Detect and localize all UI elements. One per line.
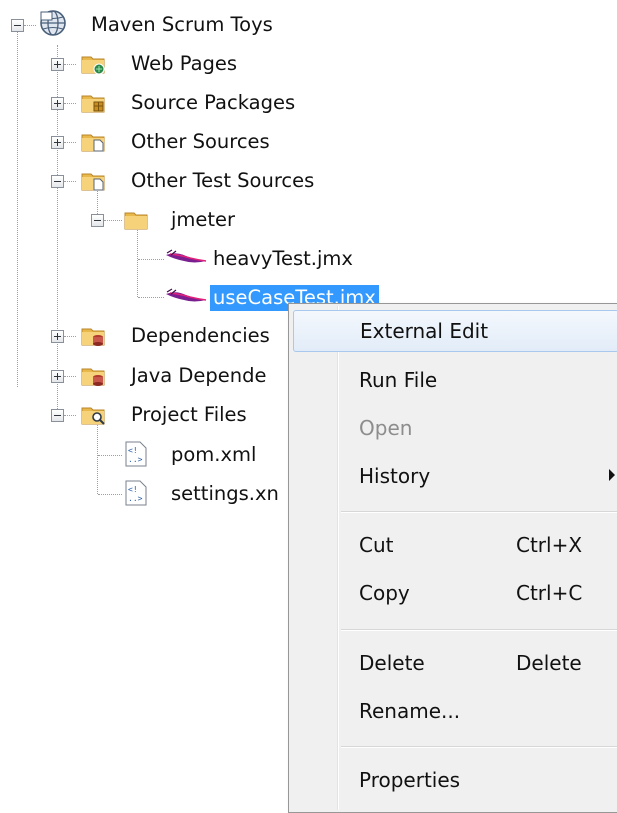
folder-web-icon xyxy=(81,56,105,75)
svg-text:..>: ..> xyxy=(128,455,143,464)
menu-item-copy[interactable]: Copy Ctrl+C xyxy=(293,572,617,614)
folder-icon xyxy=(124,212,148,230)
tree-node-project[interactable]: Maven Scrum Toys xyxy=(88,6,276,44)
menu-item-label: Delete xyxy=(359,651,425,675)
tree-node-web-pages[interactable]: Web Pages xyxy=(128,45,240,83)
menu-item-label: Open xyxy=(359,416,413,440)
tree-guide-line xyxy=(64,142,76,143)
folder-file-icon xyxy=(81,173,105,191)
tree-node-label: Web Pages xyxy=(131,52,238,75)
expand-toggle[interactable] xyxy=(51,136,64,149)
tree-guide-line xyxy=(64,64,76,65)
tree-guide-line xyxy=(64,336,76,337)
menu-item-label: History xyxy=(359,464,431,488)
tree-guide-line xyxy=(64,415,76,416)
svg-text:..>: ..> xyxy=(128,494,143,503)
tree-node-settings-xml[interactable]: settings.xn xyxy=(168,475,282,513)
tree-node-label: heavyTest.jmx xyxy=(213,247,353,270)
menu-item-label: Cut xyxy=(359,533,394,557)
tree-guide-line xyxy=(138,297,164,298)
tree-guide-line xyxy=(138,259,164,260)
menu-item-cut[interactable]: Cut Ctrl+X xyxy=(293,524,617,566)
folder-package-icon xyxy=(81,95,105,113)
menu-separator xyxy=(341,511,617,513)
menu-item-shortcut: Ctrl+C xyxy=(516,581,583,605)
tree-node-label: Project Files xyxy=(131,403,247,426)
menu-item-label: Copy xyxy=(359,581,410,605)
xml-file-icon: <! ..> xyxy=(125,441,147,467)
menu-item-shortcut: Ctrl+X xyxy=(516,533,583,557)
tree-node-label: Source Packages xyxy=(131,91,296,114)
menu-item-open[interactable]: Open xyxy=(293,407,617,449)
tree-node-jmeter[interactable]: jmeter xyxy=(168,201,238,239)
menu-item-history[interactable]: History xyxy=(293,455,617,497)
tree-guide-line xyxy=(64,181,76,182)
tree-guide-line xyxy=(137,227,138,297)
tree-guide-line xyxy=(64,103,76,104)
menu-item-label: Rename... xyxy=(359,699,461,723)
tree-node-heavytest[interactable]: heavyTest.jmx xyxy=(210,240,356,278)
tree-node-label: jmeter xyxy=(171,208,236,231)
folder-search-icon xyxy=(81,407,105,425)
tree-node-label: Maven Scrum Toys xyxy=(91,13,273,36)
tree-guide-line xyxy=(98,455,122,456)
submenu-arrow-icon xyxy=(609,469,615,481)
svg-text:<!: <! xyxy=(128,485,138,494)
tree-node-java-dependencies[interactable]: Java Depende xyxy=(128,357,270,395)
expand-toggle[interactable] xyxy=(51,330,64,343)
collapse-toggle[interactable] xyxy=(91,214,104,227)
menu-separator xyxy=(341,629,617,631)
tree-node-dependencies[interactable]: Dependencies xyxy=(128,317,273,355)
folder-file-icon xyxy=(81,134,105,152)
tree-guide-line xyxy=(24,25,36,26)
menu-item-delete[interactable]: Delete Delete xyxy=(293,642,617,684)
tree-node-label: pom.xml xyxy=(171,443,257,466)
tree-node-label: settings.xn xyxy=(171,482,279,505)
xml-file-icon: <! ..> xyxy=(125,480,147,506)
tree-node-label: Java Depende xyxy=(131,364,267,387)
jmeter-feather-icon xyxy=(166,288,207,302)
collapse-toggle[interactable] xyxy=(11,19,24,32)
tree-guide-line xyxy=(98,494,122,495)
tree-node-label: Other Sources xyxy=(131,130,270,153)
tree-guide-line xyxy=(97,422,98,494)
menu-separator xyxy=(341,746,617,748)
globe-project-icon xyxy=(40,10,66,36)
folder-jar-icon xyxy=(81,328,105,346)
menu-item-label: Properties xyxy=(359,768,461,792)
tree-guide-line xyxy=(104,220,122,221)
menu-item-shortcut: Delete xyxy=(516,651,582,675)
tree-node-other-sources[interactable]: Other Sources xyxy=(128,123,273,161)
expand-toggle[interactable] xyxy=(51,370,64,383)
tree-node-other-test-sources[interactable]: Other Test Sources xyxy=(128,162,317,200)
tree-node-pom-xml[interactable]: pom.xml xyxy=(168,436,259,474)
menu-item-rename[interactable]: Rename... xyxy=(293,690,617,732)
folder-jar-icon xyxy=(81,368,105,386)
expand-toggle[interactable] xyxy=(51,58,64,71)
jmeter-feather-icon xyxy=(166,249,207,263)
tree-node-source-packages[interactable]: Source Packages xyxy=(128,84,298,122)
menu-item-properties[interactable]: Properties xyxy=(293,759,617,801)
tree-guide-line xyxy=(64,376,76,377)
menu-item-label: External Edit xyxy=(360,319,489,343)
menu-item-run-file[interactable]: Run File xyxy=(293,359,617,401)
menu-item-external-edit[interactable]: External Edit xyxy=(293,310,617,352)
tree-node-label: Dependencies xyxy=(131,324,270,347)
svg-text:<!: <! xyxy=(128,446,138,455)
collapse-toggle[interactable] xyxy=(51,409,64,422)
context-menu: External Edit Run File Open History Cut … xyxy=(288,303,617,813)
tree-guide-line xyxy=(17,32,18,387)
expand-toggle[interactable] xyxy=(51,97,64,110)
collapse-toggle[interactable] xyxy=(51,175,64,188)
menu-item-label: Run File xyxy=(359,368,438,392)
tree-node-project-files[interactable]: Project Files xyxy=(128,396,250,434)
tree-node-label: Other Test Sources xyxy=(131,169,315,192)
